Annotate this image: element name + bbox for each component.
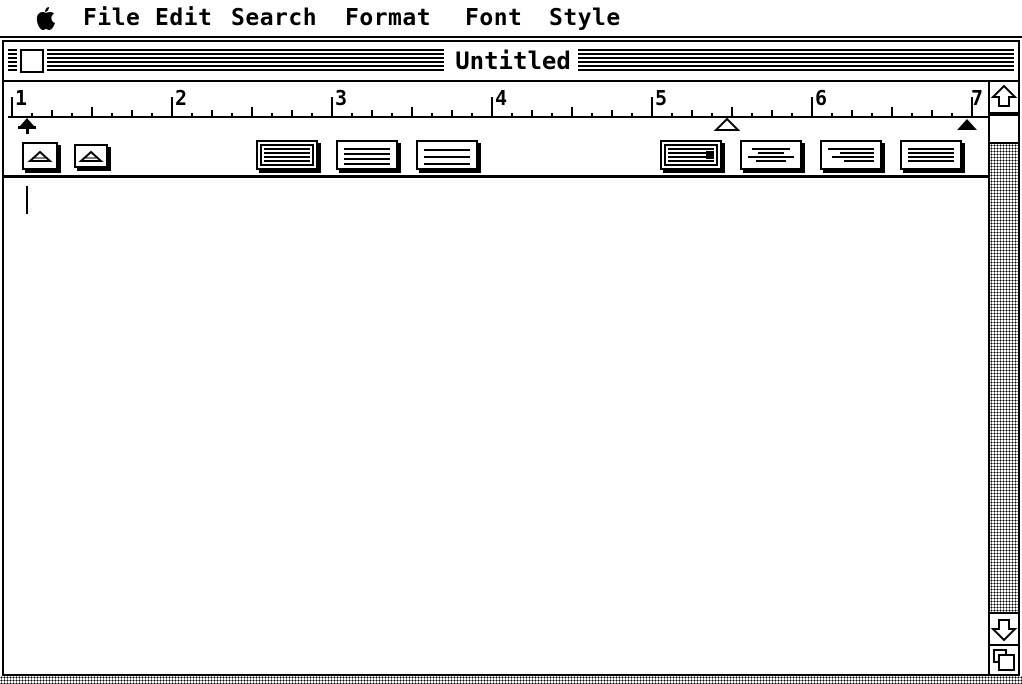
scroll-track[interactable]	[990, 112, 1018, 614]
menu-search[interactable]: Search	[231, 4, 317, 32]
align-center-icon[interactable]	[740, 140, 802, 170]
align-justify-icon[interactable]	[900, 140, 962, 170]
desktop-pattern	[0, 676, 1022, 684]
ruler-number-5: 5	[655, 86, 667, 110]
line-spacing-double-icon[interactable]	[416, 140, 478, 170]
align-right-icon[interactable]	[820, 140, 882, 170]
ruler: 1 2 3 4 5 6 7	[4, 82, 988, 178]
scroll-down-arrow-icon[interactable]	[990, 614, 1018, 644]
ruler-number-6: 6	[815, 86, 827, 110]
double-spacing-icon[interactable]	[74, 144, 108, 168]
close-box-icon[interactable]	[20, 49, 44, 73]
right-margin-marker-icon[interactable]	[957, 119, 977, 130]
title-bar-stripes-right	[576, 49, 1014, 73]
title-bar-stripes-left	[8, 49, 444, 73]
menu-font[interactable]: Font	[465, 4, 522, 32]
ruler-number-3: 3	[335, 86, 347, 110]
left-margin-marker-icon[interactable]	[18, 118, 36, 134]
tab-marker-icon[interactable]	[713, 117, 741, 131]
line-spacing-single-icon[interactable]	[256, 140, 318, 170]
ruler-number-4: 4	[495, 86, 507, 110]
menu-bar: File Edit Search Format Font Style	[0, 0, 1022, 38]
menu-format[interactable]: Format	[345, 4, 431, 32]
line-spacing-one-and-half-icon[interactable]	[336, 140, 398, 170]
align-left-icon[interactable]	[660, 140, 722, 170]
single-spacing-icon[interactable]	[22, 142, 58, 170]
document-text-area[interactable]	[4, 178, 988, 674]
apple-icon[interactable]	[34, 4, 58, 32]
vertical-scrollbar[interactable]	[988, 82, 1018, 674]
ruler-number-2: 2	[175, 86, 187, 110]
title-bar[interactable]: Untitled	[4, 42, 1018, 82]
ruler-number-1: 1	[15, 86, 27, 110]
grow-box-icon[interactable]	[990, 644, 1018, 674]
menu-edit[interactable]: Edit	[155, 4, 212, 32]
menu-file[interactable]: File	[83, 4, 140, 32]
scroll-up-arrow-icon[interactable]	[990, 82, 1018, 112]
document-window: Untitled 1 2 3 4 5 6 7	[2, 40, 1020, 676]
text-caret	[26, 186, 28, 214]
menu-style[interactable]: Style	[549, 4, 621, 32]
window-title: Untitled	[448, 46, 578, 76]
ruler-number-7: 7	[971, 86, 983, 110]
scroll-thumb[interactable]	[990, 114, 1018, 144]
